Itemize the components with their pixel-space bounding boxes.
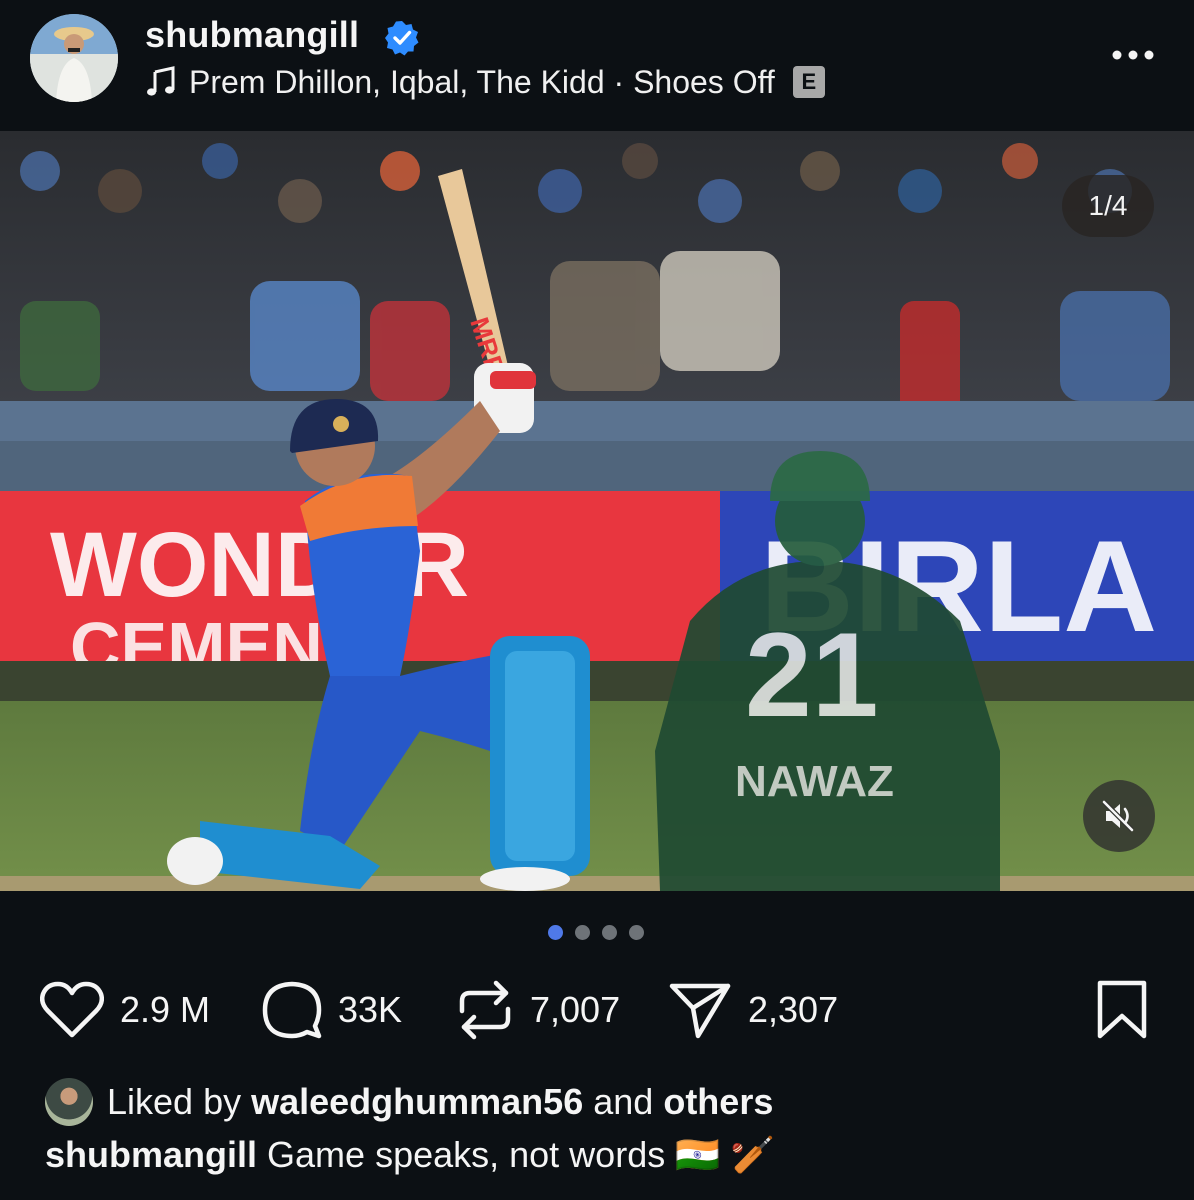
explicit-badge: E — [792, 66, 825, 98]
comments-count: 33K — [338, 989, 403, 1030]
action-bar: 2.9 M 33K 7,007 2,307 — [0, 975, 1194, 1045]
speaker-muted-icon — [1102, 800, 1134, 832]
bookmark-icon — [1097, 980, 1147, 1039]
send-icon — [669, 983, 731, 1039]
carousel-dot[interactable] — [575, 925, 590, 940]
reposts-count: 7,007 — [530, 989, 621, 1030]
jersey-name: NAWAZ — [735, 757, 894, 806]
comment-button[interactable]: 33K — [262, 975, 402, 1045]
carousel-indicator — [548, 925, 644, 940]
post-header: shubmangill Prem Dhillon, Iqbal, The Kid… — [0, 0, 1194, 130]
carousel-dot-active[interactable] — [548, 925, 563, 940]
likes-count: 2.9 M — [120, 989, 211, 1030]
repost-button[interactable]: 7,007 — [456, 975, 620, 1045]
carousel-dot[interactable] — [629, 925, 644, 940]
music-note-icon — [147, 66, 175, 96]
liked-by-and: and — [593, 1081, 654, 1122]
image-counter: 1/4 — [1062, 175, 1154, 237]
repost-icon — [459, 980, 511, 1040]
verified-badge-icon — [385, 21, 419, 56]
liker-avatar[interactable] — [45, 1078, 93, 1126]
profile-avatar[interactable] — [30, 14, 118, 102]
music-track-label: Prem Dhillon, Iqbal, The Kidd · Shoes Of… — [189, 63, 775, 100]
photo-illustration: WONDER CEMENT BIRLA MRF 21 NAWAZ — [0, 131, 1194, 891]
post-username[interactable]: shubmangill — [145, 14, 359, 56]
caption-row: shubmangill Game speaks, not words 🇮🇳 🏏 — [45, 1134, 775, 1176]
cricket-emoji: 🏏 — [730, 1134, 775, 1175]
heart-icon — [40, 981, 104, 1038]
liked-by-prefix: Liked by — [107, 1081, 242, 1122]
liked-by-others[interactable]: others — [663, 1081, 773, 1123]
liked-by-user[interactable]: waleedghumman56 — [251, 1081, 583, 1123]
post-photo[interactable]: WONDER CEMENT BIRLA MRF 21 NAWAZ — [0, 131, 1194, 891]
liked-by-row[interactable]: Liked by waleedghumman56 and others — [45, 1076, 773, 1128]
shares-count: 2,307 — [748, 989, 839, 1030]
india-flag-emoji: 🇮🇳 — [675, 1134, 721, 1175]
share-button[interactable]: 2,307 — [668, 975, 838, 1045]
jersey-number: 21 — [745, 608, 878, 742]
caption-text: Game speaks, not words — [267, 1134, 666, 1175]
caption-username[interactable]: shubmangill — [45, 1134, 257, 1176]
comment-bubble-icon — [262, 981, 322, 1039]
carousel-dot[interactable] — [602, 925, 617, 940]
music-row[interactable]: Prem Dhillon, Iqbal, The Kidd · Shoes Of… — [145, 62, 825, 102]
more-options-icon[interactable] — [1108, 38, 1158, 72]
like-button[interactable]: 2.9 M — [40, 975, 210, 1045]
save-button[interactable] — [1096, 975, 1148, 1045]
mute-button[interactable] — [1083, 780, 1155, 852]
